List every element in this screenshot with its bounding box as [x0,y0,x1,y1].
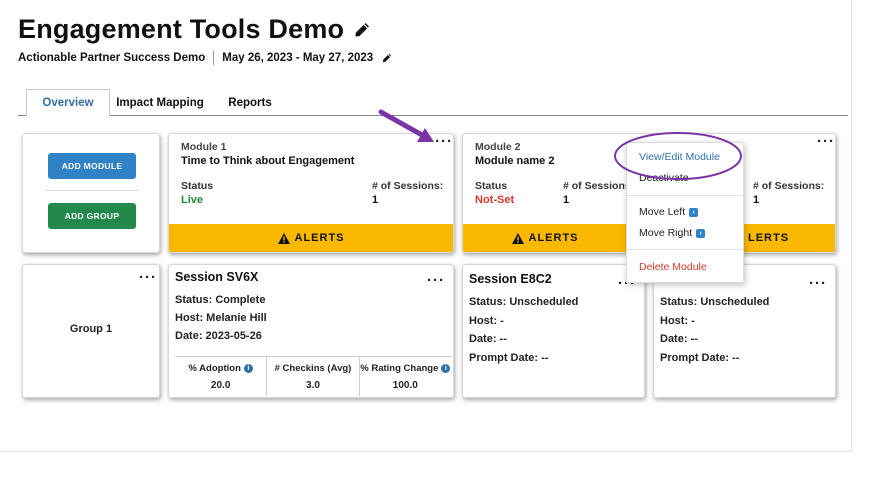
metric-label: # Checkins (Avg) [274,362,352,374]
title-row: Engagement Tools Demo [18,14,372,45]
tab-reports[interactable]: Reports [218,89,282,116]
metric-value: 100.0 [392,380,418,391]
actions-card: ADD MODULE ADD GROUP [22,133,160,253]
add-group-button[interactable]: ADD GROUP [48,203,136,229]
ellipsis-icon[interactable]: ··· [139,270,157,285]
alerts-bar[interactable]: ALERTS [169,224,453,252]
session-card-2[interactable]: Session E8C2 ··· Status: Unscheduled Hos… [462,264,645,398]
session-card-1[interactable]: Session SV6X ··· Status: Complete Host: … [168,264,454,398]
session-date: Date: -- [469,333,507,345]
divider [45,190,139,191]
menu-divider [627,249,743,250]
sessions-count: 1 [753,194,760,206]
sub-header: Actionable Partner Success Demo May 26, … [18,51,393,65]
alerts-label: ALERTS [528,232,579,244]
sessions-label: # of Sessions: [753,180,825,192]
pencil-icon[interactable] [381,52,393,64]
module-label: Module 2 [475,141,521,153]
menu-view-edit-module[interactable]: View/Edit Module [639,151,720,163]
session-status: Status: Complete [175,294,266,306]
module-context-menu: View/Edit Module Deactivate Move Left ‹ … [626,142,744,283]
session-title: Session SV6X [175,270,259,284]
status-label: Status [475,180,508,192]
partner-name: Actionable Partner Success Demo [18,52,206,64]
alerts-label: LERTS [748,232,790,244]
chevron-left-icon: ‹ [689,207,699,217]
warning-icon [511,232,524,244]
metrics-table: % Adoption i 20.0 # Checkins (Avg) 3.0 % … [175,356,451,396]
metric-adoption: % Adoption i 20.0 [175,357,268,396]
tab-bar: Overview Impact Mapping Reports [18,89,848,117]
metric-rating-change: % Rating Change i 100.0 [360,357,451,396]
date-range: May 26, 2023 - May 27, 2023 [222,52,374,64]
status-value: Not-Set [475,194,515,206]
info-icon[interactable]: i [441,363,451,373]
menu-deactivate[interactable]: Deactivate [639,172,689,184]
tab-overview[interactable]: Overview [26,89,110,117]
divider [213,51,215,65]
add-module-button[interactable]: ADD MODULE [48,153,136,179]
group-name: Group 1 [69,323,113,335]
warning-icon [277,232,290,244]
session-card-3[interactable]: ··· Status: Unscheduled Host: - Date: --… [653,264,836,398]
menu-move-left[interactable]: Move Left ‹ [639,206,699,218]
status-label: Status [181,180,214,192]
metric-value: 20.0 [210,380,231,391]
module-name: Module name 2 [475,155,555,167]
menu-move-right[interactable]: Move Right › [639,227,706,239]
page-title: Engagement Tools Demo [18,14,345,44]
metric-label: % Rating Change [360,362,439,374]
pencil-icon[interactable] [352,20,372,40]
sessions-label: # of Sessions [563,180,631,192]
session-prompt-date: Prompt Date: -- [660,352,740,364]
ellipsis-icon[interactable]: ··· [809,276,827,291]
metric-checkins: # Checkins (Avg) 3.0 [267,357,360,396]
metric-label: % Adoption [188,362,241,374]
ellipsis-icon[interactable]: ··· [435,134,453,149]
ellipsis-icon[interactable]: ··· [427,273,445,288]
chevron-right-icon: › [696,228,706,238]
session-date: Date: 2023-05-26 [175,330,262,342]
menu-item-label: Move Right [639,227,693,239]
metric-value: 3.0 [306,380,320,391]
sessions-label: # of Sessions: [372,180,444,192]
alerts-label: ALERTS [294,232,345,244]
module-name: Time to Think about Engagement [181,155,355,167]
session-title: Session E8C2 [469,272,552,286]
group-card[interactable]: ··· Group 1 [22,264,160,398]
session-prompt-date: Prompt Date: -- [469,352,549,364]
session-host: Host: Melanie Hill [175,312,267,324]
info-icon[interactable]: i [243,363,253,373]
menu-divider [627,195,743,196]
sessions-count: 1 [372,194,379,206]
session-host: Host: - [469,315,504,327]
status-value: Live [181,194,204,206]
menu-item-label: Move Left [639,206,686,218]
session-date: Date: -- [660,333,698,345]
menu-delete-module[interactable]: Delete Module [639,261,707,273]
session-status: Status: Unscheduled [660,296,770,308]
module-label: Module 1 [181,141,227,153]
session-status: Status: Unscheduled [469,296,579,308]
sessions-count: 1 [563,194,570,206]
module-card-1[interactable]: Module 1 ··· Time to Think about Engagem… [168,133,454,253]
ellipsis-icon[interactable]: ··· [817,134,835,149]
session-host: Host: - [660,315,695,327]
alerts-segment: ALERTS [463,232,627,244]
tab-impact-mapping[interactable]: Impact Mapping [114,89,206,116]
